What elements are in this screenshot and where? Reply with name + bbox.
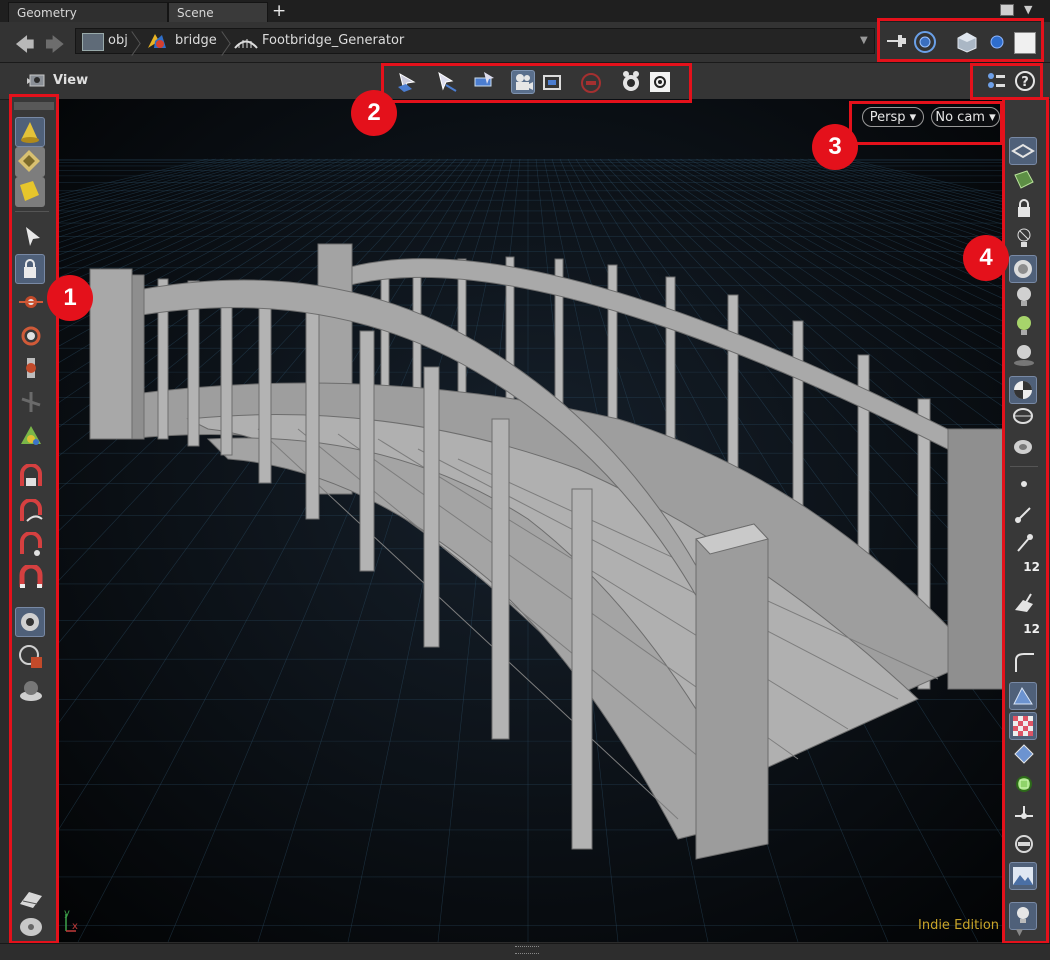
obj-network-icon <box>82 33 104 51</box>
add-tab-button[interactable]: + <box>272 1 286 21</box>
view-title: View <box>53 73 89 88</box>
highlight-camera-menus <box>849 101 1003 145</box>
highlight-help-tools <box>970 63 1043 100</box>
highlight-display-tools <box>877 18 1044 62</box>
axis-y-label: y <box>64 908 70 919</box>
highlight-viewer-toolbar <box>381 63 692 103</box>
highlight-left-shelf <box>9 94 59 944</box>
breadcrumb: obj bridge Footbridge_Generator ▼ <box>75 28 875 54</box>
footbridge-hda-icon <box>234 39 258 49</box>
axis-x-label: x <box>72 921 78 932</box>
pane-menu-arrow-icon[interactable]: ▼ <box>1024 3 1032 16</box>
bridge-geo-icon <box>148 34 166 48</box>
breadcrumb-separator <box>132 29 142 53</box>
edition-watermark: Indie Edition <box>918 918 1000 933</box>
forward-arrow-icon[interactable]: 🡆 <box>45 31 65 63</box>
callout-marker-1: 1 <box>47 275 93 321</box>
breadcrumb-bridge[interactable]: bridge <box>175 29 217 53</box>
callout-marker-4: 4 <box>963 235 1009 281</box>
scene-viewport[interactable] <box>58 99 1005 942</box>
callout-marker-2: 2 <box>351 90 397 136</box>
back-arrow-icon[interactable]: 🡄 <box>15 31 35 63</box>
tab-scene-view[interactable]: Scene View× <box>168 2 268 40</box>
scene-viewer-icon[interactable] <box>25 70 49 92</box>
breadcrumb-footbridge-generator[interactable]: Footbridge_Generator <box>262 29 404 53</box>
breadcrumb-separator <box>222 29 232 53</box>
pane-resize-handle[interactable] <box>515 946 539 954</box>
viewport-canvas <box>58 99 1005 942</box>
tab-geometry-spreadsheet[interactable]: Geometry Spreadsheet× <box>8 2 168 40</box>
highlight-right-shelf <box>1002 97 1049 944</box>
callout-marker-3: 3 <box>812 124 858 170</box>
pane-layout-icon[interactable] <box>1000 4 1014 16</box>
path-history-dropdown-icon[interactable]: ▼ <box>860 29 868 53</box>
